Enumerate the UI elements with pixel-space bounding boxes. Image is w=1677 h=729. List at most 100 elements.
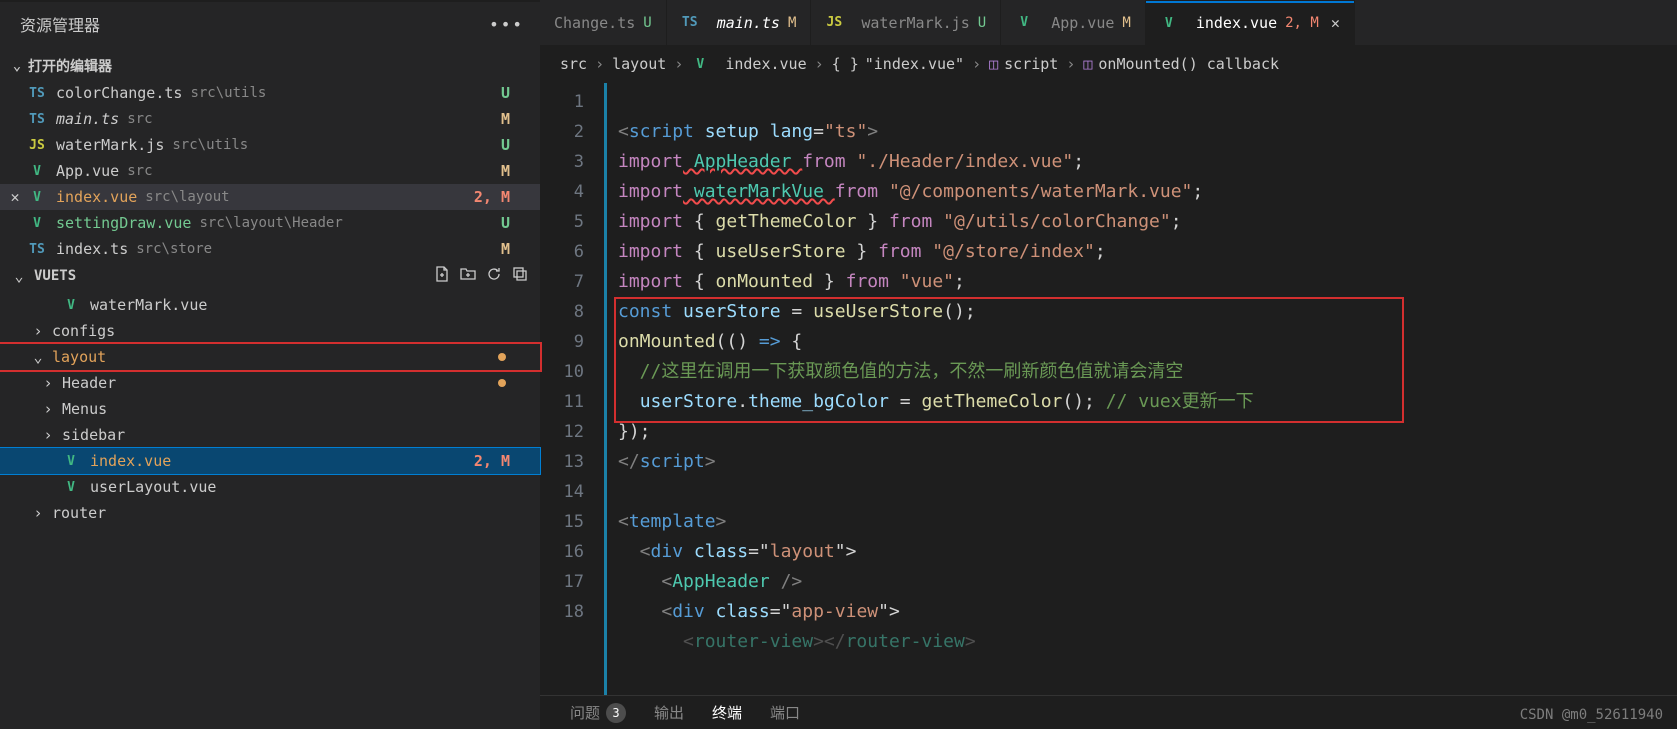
file-name: index.ts xyxy=(56,240,128,258)
breadcrumb-item[interactable]: ◫script xyxy=(989,55,1058,73)
folder-name: sidebar xyxy=(62,426,125,444)
line-number: 12 xyxy=(540,417,584,447)
refresh-icon[interactable] xyxy=(486,266,502,286)
folder-item[interactable]: ›Header xyxy=(0,370,540,396)
folder-item[interactable]: ⌄ layout xyxy=(0,344,540,370)
watermark: CSDN @m0_52611940 xyxy=(1520,707,1663,723)
code-editor[interactable]: 123456789101112131415161718 <script setu… xyxy=(540,83,1677,695)
panel-tab-problems[interactable]: 问题3 xyxy=(570,702,626,723)
js-icon: JS xyxy=(28,138,46,153)
file-item[interactable]: VuserLayout.vue xyxy=(0,474,540,500)
braces-icon: { } xyxy=(832,55,859,73)
line-gutter: 123456789101112131415161718 xyxy=(540,83,600,695)
vue-icon: V xyxy=(62,454,80,469)
chevron-icon: ⌄ xyxy=(30,348,46,366)
file-status: U xyxy=(501,84,530,102)
tab-name: main.ts xyxy=(717,14,780,32)
cube-icon: ◫ xyxy=(989,55,998,73)
file-status: 2, M xyxy=(474,188,530,206)
chevron-down-icon: ⌄ xyxy=(10,58,24,74)
tab-status: M xyxy=(788,15,796,31)
open-editor-item[interactable]: TScolorChange.tssrc\utilsU xyxy=(0,80,540,106)
breadcrumb-item[interactable]: src xyxy=(560,55,587,73)
vue-icon: V xyxy=(1160,16,1178,31)
folder-name: layout xyxy=(52,348,106,366)
line-number: 1 xyxy=(540,87,584,117)
file-path: src\store xyxy=(136,241,212,257)
new-folder-icon[interactable] xyxy=(460,266,476,286)
folder-item[interactable]: ›configs xyxy=(0,318,540,344)
file-name: settingDraw.vue xyxy=(56,214,191,232)
file-status: M xyxy=(501,162,530,180)
panel-tab-ports[interactable]: 端口 xyxy=(770,702,800,723)
open-editor-item[interactable]: TSindex.tssrc\storeM xyxy=(0,236,540,262)
chevron-icon: › xyxy=(40,426,56,444)
project-section[interactable]: ⌄ VUETS xyxy=(0,262,540,290)
file-path: src\utils xyxy=(172,137,248,153)
line-number: 9 xyxy=(540,327,584,357)
open-editor-item[interactable]: ✕Vindex.vuesrc\layout2, M xyxy=(0,184,540,210)
vue-icon: V xyxy=(28,164,46,179)
more-icon[interactable]: ••• xyxy=(489,15,524,34)
chevron-right-icon: › xyxy=(1066,55,1075,73)
folder-item[interactable]: ›router xyxy=(0,500,540,526)
file-status: M xyxy=(501,110,530,128)
project-name: VUETS xyxy=(34,268,76,284)
ts-icon: TS xyxy=(28,242,46,257)
line-number: 3 xyxy=(540,147,584,177)
close-icon[interactable]: ✕ xyxy=(6,188,24,206)
chevron-right-icon: › xyxy=(815,55,824,73)
file-name: index.vue xyxy=(56,188,137,206)
line-number: 11 xyxy=(540,387,584,417)
chevron-down-icon: ⌄ xyxy=(12,267,26,285)
code-content[interactable]: <script setup lang="ts"> import AppHeade… xyxy=(618,83,1677,695)
open-editor-item[interactable]: VApp.vuesrcM xyxy=(0,158,540,184)
line-number: 14 xyxy=(540,477,584,507)
new-file-icon[interactable] xyxy=(434,266,450,286)
tab-status: M xyxy=(1122,15,1130,31)
folder-item[interactable]: ›Menus xyxy=(0,396,540,422)
file-path: src\utils xyxy=(190,85,266,101)
panel-tab-terminal[interactable]: 终端 xyxy=(712,702,742,723)
file-name: waterMark.js xyxy=(56,136,164,154)
file-item[interactable]: Vindex.vue2, M xyxy=(0,448,540,474)
file-status: U xyxy=(501,214,530,232)
vue-icon: V xyxy=(1015,15,1033,30)
ts-icon: TS xyxy=(681,15,699,30)
explorer-header: 资源管理器 ••• xyxy=(0,2,540,46)
collapse-icon[interactable] xyxy=(512,266,528,286)
file-name: waterMark.vue xyxy=(90,296,207,314)
chevron-right-icon: › xyxy=(595,55,604,73)
editor-tab[interactable]: VApp.vueM xyxy=(1001,0,1146,45)
editor-tab[interactable]: TS main.ts M xyxy=(667,0,812,45)
file-name: userLayout.vue xyxy=(90,478,216,496)
line-number: 2 xyxy=(540,117,584,147)
tab-name: waterMark.js xyxy=(861,14,969,32)
open-editors-section[interactable]: ⌄ 打开的编辑器 xyxy=(0,52,540,80)
open-editor-item[interactable]: TSmain.tssrcM xyxy=(0,106,540,132)
file-path: src\layout xyxy=(145,189,229,205)
open-editor-item[interactable]: VsettingDraw.vuesrc\layout\HeaderU xyxy=(0,210,540,236)
breadcrumb-item[interactable]: ◫onMounted() callback xyxy=(1083,55,1279,73)
line-number: 17 xyxy=(540,567,584,597)
explorer-title: 资源管理器 xyxy=(20,12,100,36)
breadcrumb-item[interactable]: layout xyxy=(612,55,666,73)
tab-name: Change.ts xyxy=(554,14,635,32)
breadcrumb-item[interactable]: { }"index.vue" xyxy=(832,55,964,73)
vue-icon: V xyxy=(62,480,80,495)
editor-tab[interactable]: Change.tsU xyxy=(540,0,667,45)
vue-icon: V xyxy=(28,216,46,231)
panel-tab-output[interactable]: 输出 xyxy=(654,702,684,723)
editor-tab[interactable]: JSwaterMark.jsU xyxy=(811,0,1001,45)
breadcrumb-item[interactable]: Vindex.vue xyxy=(691,55,806,73)
folder-item[interactable]: › sidebar xyxy=(0,422,540,448)
js-icon: JS xyxy=(825,15,843,30)
breadcrumb[interactable]: src › layout › Vindex.vue › { }"index.vu… xyxy=(540,45,1677,83)
modified-dot-icon xyxy=(498,353,506,361)
open-editor-item[interactable]: JSwaterMark.jssrc\utilsU xyxy=(0,132,540,158)
editor-tab[interactable]: Vindex.vue2, M✕ xyxy=(1146,0,1355,45)
file-item[interactable]: VwaterMark.vue xyxy=(0,292,540,318)
modified-dot-icon xyxy=(498,379,506,387)
close-icon[interactable]: ✕ xyxy=(1331,14,1340,32)
file-status: 2, M xyxy=(474,452,530,470)
